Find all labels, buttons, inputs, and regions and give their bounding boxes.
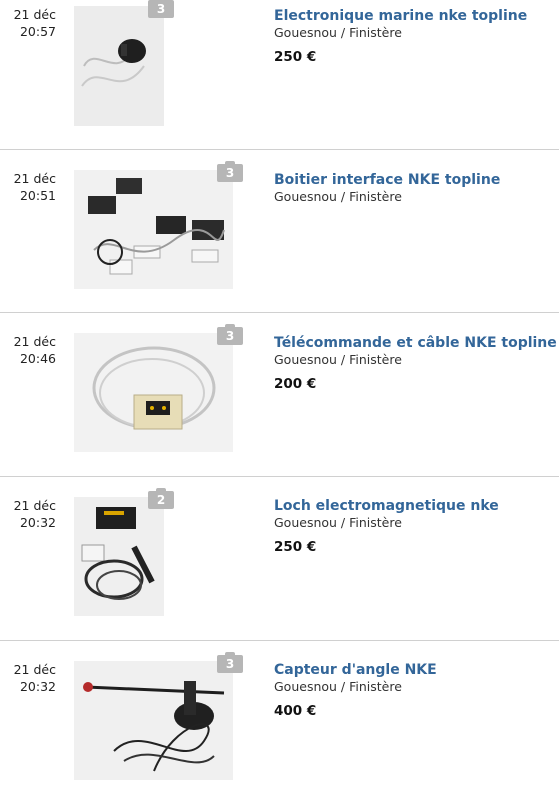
listing-location: Gouesnou / Finistère: [274, 189, 402, 204]
listing-price: 250 €: [274, 49, 317, 65]
listing-price: 400 €: [274, 703, 317, 719]
listing-location: Gouesnou / Finistère: [274, 352, 402, 367]
listing-date: 21 déc 20:32: [13, 498, 56, 530]
listing-location: Gouesnou / Finistère: [274, 679, 402, 694]
photo-count-badge: 3: [148, 0, 174, 18]
listing-title[interactable]: Boitier interface NKE topline: [274, 172, 500, 188]
listing-date: 21 déc 20:51: [13, 171, 56, 203]
listing-price: 250 €: [274, 539, 317, 555]
thumbnail-image: [74, 170, 233, 289]
photo-count-badge: 3: [217, 324, 243, 345]
listing-location: Gouesnou / Finistère: [274, 25, 402, 40]
listing-location: Gouesnou / Finistère: [274, 515, 402, 530]
photo-count-badge: 2: [148, 488, 174, 509]
thumbnail-image: [74, 6, 164, 126]
listing-thumbnail[interactable]: [74, 6, 164, 126]
thumbnail-image: [74, 333, 233, 452]
listing-title[interactable]: Loch electromagnetique nke: [274, 498, 499, 514]
listing-thumbnail[interactable]: [74, 333, 233, 452]
photo-count-badge: 3: [217, 161, 243, 182]
listing-divider: [0, 312, 559, 313]
listing-thumbnail[interactable]: [74, 497, 164, 616]
listing-title[interactable]: Electronique marine nke topline: [274, 8, 527, 24]
listing-date: 21 déc 20:46: [13, 334, 56, 366]
listing-date: 21 déc 20:32: [13, 662, 56, 694]
listing-price: 200 €: [274, 376, 317, 392]
listing-divider: [0, 476, 559, 477]
photo-count-badge: 3: [217, 652, 243, 673]
listing-divider: [0, 640, 559, 641]
thumbnail-image: [74, 661, 233, 780]
listing-thumbnail[interactable]: [74, 661, 233, 780]
listing-title[interactable]: Télécommande et câble NKE topline: [274, 335, 557, 351]
thumbnail-image: [74, 497, 164, 616]
listing-date: 21 déc 20:57: [13, 7, 56, 39]
listing-title[interactable]: Capteur d'angle NKE: [274, 662, 437, 678]
listing-thumbnail[interactable]: [74, 170, 233, 289]
listing-divider: [0, 149, 559, 150]
